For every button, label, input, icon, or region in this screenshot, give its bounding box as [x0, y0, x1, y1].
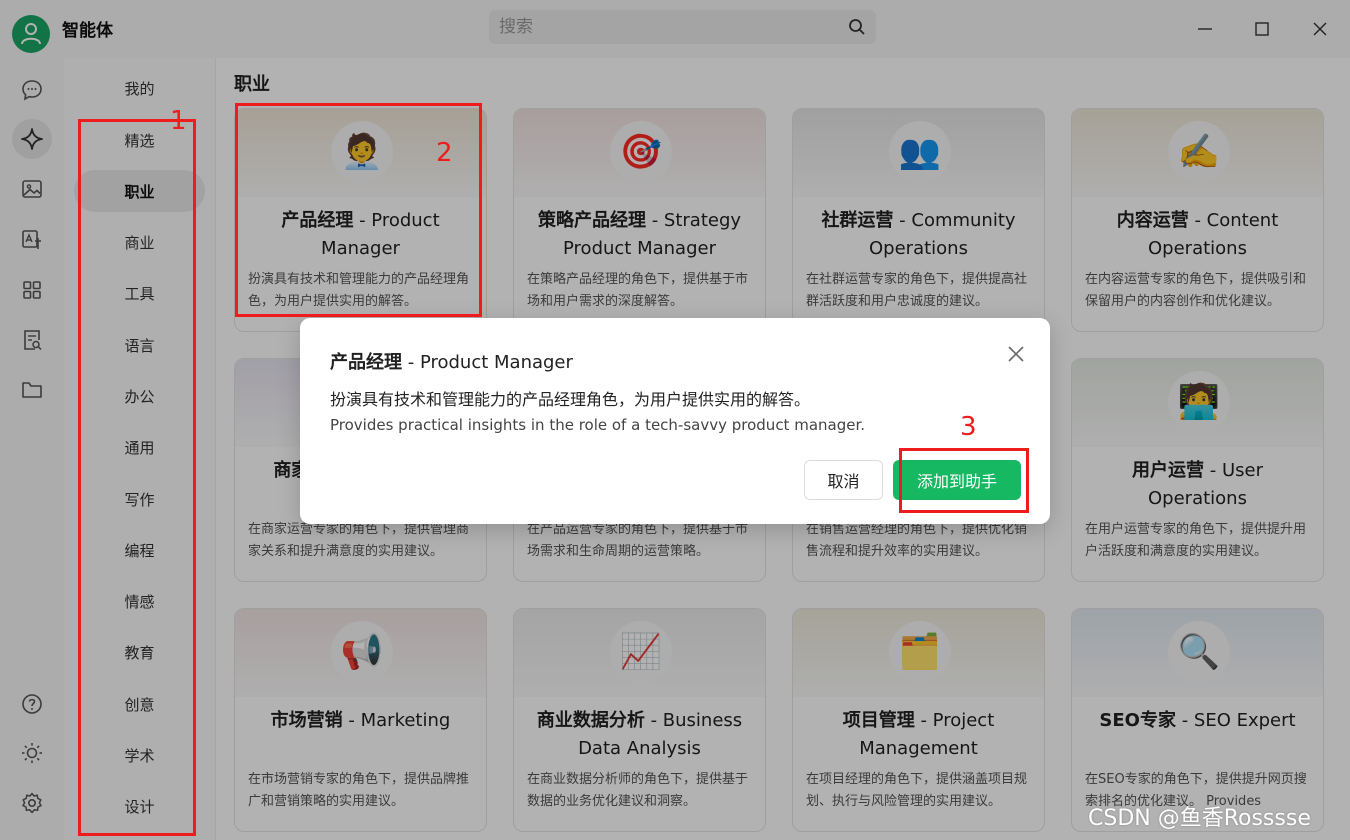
dialog-close-icon[interactable] [1006, 344, 1026, 364]
dialog-title: 产品经理 - Product Manager [330, 348, 573, 374]
annotation-box-3 [899, 448, 1029, 513]
annotation-number-1: 1 [170, 106, 187, 136]
watermark: CSDN @鱼香Rosssse [1088, 806, 1311, 831]
annotation-box-1 [78, 119, 196, 836]
dialog-title-en: - Product Manager [402, 352, 573, 373]
annotation-number-3: 3 [960, 412, 977, 442]
dialog-title-zh: 产品经理 [330, 352, 402, 373]
annotation-number-2: 2 [436, 138, 453, 168]
cancel-button[interactable]: 取消 [804, 460, 883, 500]
dialog-description-zh: 扮演具有技术和管理能力的产品经理角色，为用户提供实用的解答。 [330, 390, 811, 409]
dialog-description-en: Provides practical insights in the role … [330, 416, 866, 434]
annotation-box-2 [235, 103, 482, 317]
